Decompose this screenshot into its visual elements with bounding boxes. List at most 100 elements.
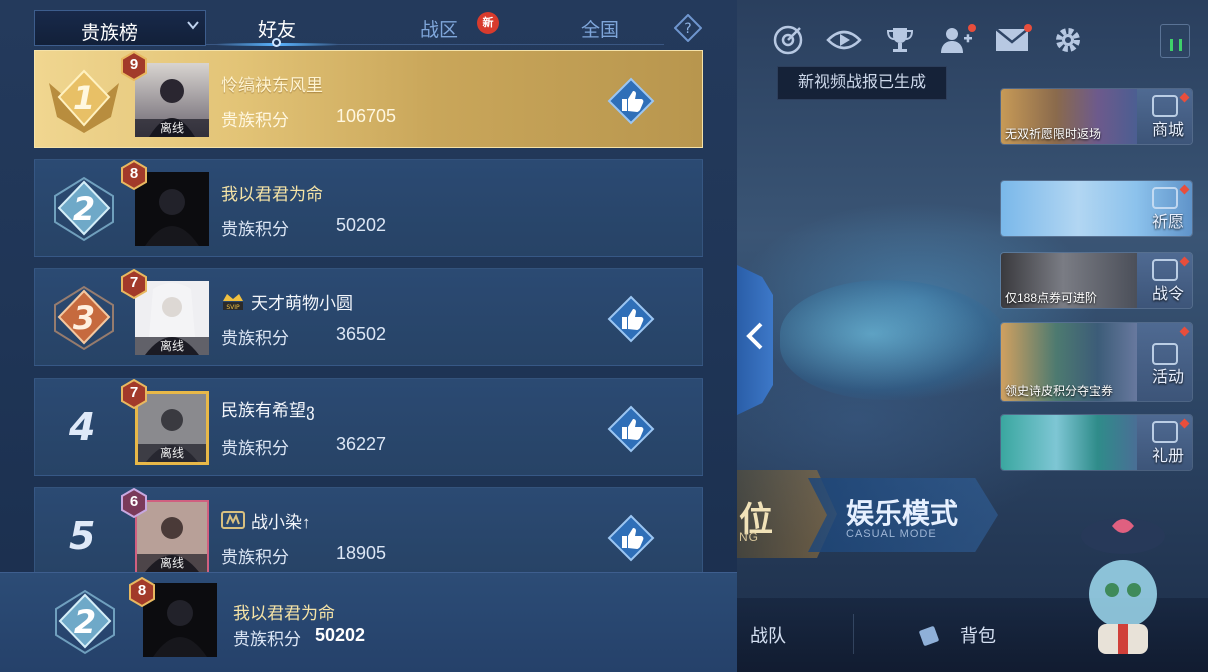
backpack-button[interactable]: 背包 xyxy=(960,622,996,648)
wish-button[interactable]: 祈愿 xyxy=(1000,180,1193,237)
like-button[interactable] xyxy=(607,77,655,125)
friends-icon[interactable] xyxy=(938,22,976,58)
gear-icon[interactable] xyxy=(1050,22,1086,58)
leaderboard-row[interactable]: 2 8 我以君君为命 贵族积分 50202 xyxy=(34,159,703,257)
gift-book-label: 礼册 xyxy=(1151,448,1184,465)
player-name: 民族有希望ვ xyxy=(221,401,315,420)
gift-book-art xyxy=(1001,415,1139,470)
event-promo-text: 领史诗皮积分夺宝券 xyxy=(1005,384,1114,398)
leaderboard-row[interactable]: 3 离线 7 SVIP 天才萌物小圆 贵族积分 36502 xyxy=(34,268,703,366)
battle-pass-label: 战令 xyxy=(1151,286,1184,303)
ranked-mode-subtitle: NG xyxy=(739,530,759,544)
level-badge: 8 xyxy=(119,159,149,191)
score-label: 贵族积分 xyxy=(221,220,289,239)
target-icon[interactable] xyxy=(770,22,806,58)
help-icon[interactable]: ? xyxy=(673,13,703,43)
level-number: 7 xyxy=(129,274,139,291)
video-report-tooltip: 新视频战报已生成 xyxy=(777,66,947,100)
score-label: 贵族积分 xyxy=(233,630,301,649)
rank-number: 4 xyxy=(69,405,96,449)
eye-icon[interactable] xyxy=(826,22,862,58)
rank-number: 1 xyxy=(73,79,95,117)
level-number: 6 xyxy=(129,493,139,510)
level-number: 9 xyxy=(129,56,139,73)
player-name: 战小染↑ xyxy=(251,513,311,532)
backpack-icon xyxy=(918,622,944,646)
level-number: 8 xyxy=(137,582,147,599)
event-icon xyxy=(1152,343,1178,365)
mascot-character[interactable] xyxy=(1068,506,1178,666)
rank-number: 2 xyxy=(74,603,96,641)
rank-3-badge: 3 xyxy=(45,281,123,355)
rank-2-badge: 2 xyxy=(45,172,123,246)
wish-icon xyxy=(1152,187,1178,209)
battle-pass-button[interactable]: 仅188点券可进阶 战令 xyxy=(1000,252,1193,309)
new-badge: 新 xyxy=(477,12,499,34)
player-name: 怜缟袂东风里 xyxy=(221,76,323,95)
my-player-name: 我以君君为命 xyxy=(233,604,335,623)
notification-dot xyxy=(968,24,976,32)
shop-promo-text: 无双祈愿限时返场 xyxy=(1005,127,1102,141)
divider xyxy=(853,614,854,654)
casual-mode-button[interactable]: 娱乐模式 CASUAL MODE xyxy=(808,478,998,552)
chevron-left-icon xyxy=(746,322,764,358)
event-button[interactable]: 领史诗皮积分夺宝券 活动 xyxy=(1000,322,1193,402)
vip-badge-icon xyxy=(221,510,245,530)
wish-label: 祈愿 xyxy=(1151,214,1184,231)
rank-number: 5 xyxy=(69,514,96,558)
leaderboard-panel: 贵族榜 好友 战区 新 全国 ? 1 离线 9 怜缟袂东风里 贵族积分 1067… xyxy=(0,0,737,672)
level-badge: 7 xyxy=(119,268,149,300)
player-name: 我以君君为命 xyxy=(221,185,323,204)
score-value: 50202 xyxy=(336,215,387,235)
shop-icon xyxy=(1152,95,1178,117)
score-label: 贵族积分 xyxy=(221,111,289,130)
casual-mode-title: 娱乐模式 xyxy=(846,498,959,529)
my-score-value: 50202 xyxy=(315,625,366,645)
casual-mode-subtitle: CASUAL MODE xyxy=(846,528,937,540)
like-button[interactable] xyxy=(607,405,655,453)
leaderboard-row[interactable]: 4 离线 7 民族有希望ვ 贵族积分 36227 xyxy=(34,378,703,476)
team-button[interactable]: 战队 xyxy=(750,622,786,648)
leaderboard-row[interactable]: 1 离线 9 怜缟袂东风里 贵族积分 106705 xyxy=(34,50,703,148)
svip-crown-icon: SVIP xyxy=(221,291,245,311)
chevron-down-icon xyxy=(187,19,199,34)
score-value: 36227 xyxy=(336,434,387,454)
active-tab-dot xyxy=(272,38,281,47)
gift-book-button[interactable]: 礼册 xyxy=(1000,414,1193,471)
leaderboard-tabs: 贵族榜 好友 战区 新 全国 ? xyxy=(34,10,704,47)
like-button[interactable] xyxy=(607,514,655,562)
leaderboard-row[interactable]: 5 离线 6 战小染↑ 贵族积分 18905 xyxy=(34,487,703,575)
shop-label: 商城 xyxy=(1151,122,1184,139)
svg-text:?: ? xyxy=(684,21,691,37)
my-rank-badge: 2 xyxy=(46,585,124,659)
offline-label: 离线 xyxy=(135,119,209,137)
score-value: 106705 xyxy=(336,106,397,126)
trophy-icon[interactable] xyxy=(882,22,918,58)
dropdown-label: 贵族榜 xyxy=(81,23,139,44)
level-badge: 9 xyxy=(119,50,149,82)
leaderboard-type-dropdown[interactable]: 贵族榜 xyxy=(34,10,206,46)
network-signal-icon xyxy=(1160,24,1190,58)
gift-book-icon xyxy=(1152,421,1178,443)
score-label: 贵族积分 xyxy=(221,439,289,458)
level-number: 8 xyxy=(129,165,139,182)
mail-icon[interactable] xyxy=(994,22,1032,58)
like-button[interactable] xyxy=(607,295,655,343)
tab-region[interactable]: 战区 xyxy=(420,15,458,42)
svg-text:SVIP: SVIP xyxy=(226,304,240,311)
notification-dot xyxy=(1024,24,1032,32)
lobby-top-bar xyxy=(770,18,1208,62)
tab-national[interactable]: 全国 xyxy=(581,15,619,42)
level-badge: 6 xyxy=(119,487,149,519)
player-name: 天才萌物小圆 xyxy=(251,294,353,313)
offline-label: 离线 xyxy=(138,444,206,462)
score-value: 36502 xyxy=(336,324,387,344)
shop-button[interactable]: 无双祈愿限时返场 商城 xyxy=(1000,88,1193,145)
score-label: 贵族积分 xyxy=(221,548,289,567)
offline-label: 离线 xyxy=(137,554,207,572)
level-number: 7 xyxy=(129,384,139,401)
offline-label: 离线 xyxy=(135,337,209,355)
event-label: 活动 xyxy=(1151,369,1184,386)
collapse-panel-button[interactable] xyxy=(737,265,773,415)
rank-number: 3 xyxy=(73,299,95,337)
